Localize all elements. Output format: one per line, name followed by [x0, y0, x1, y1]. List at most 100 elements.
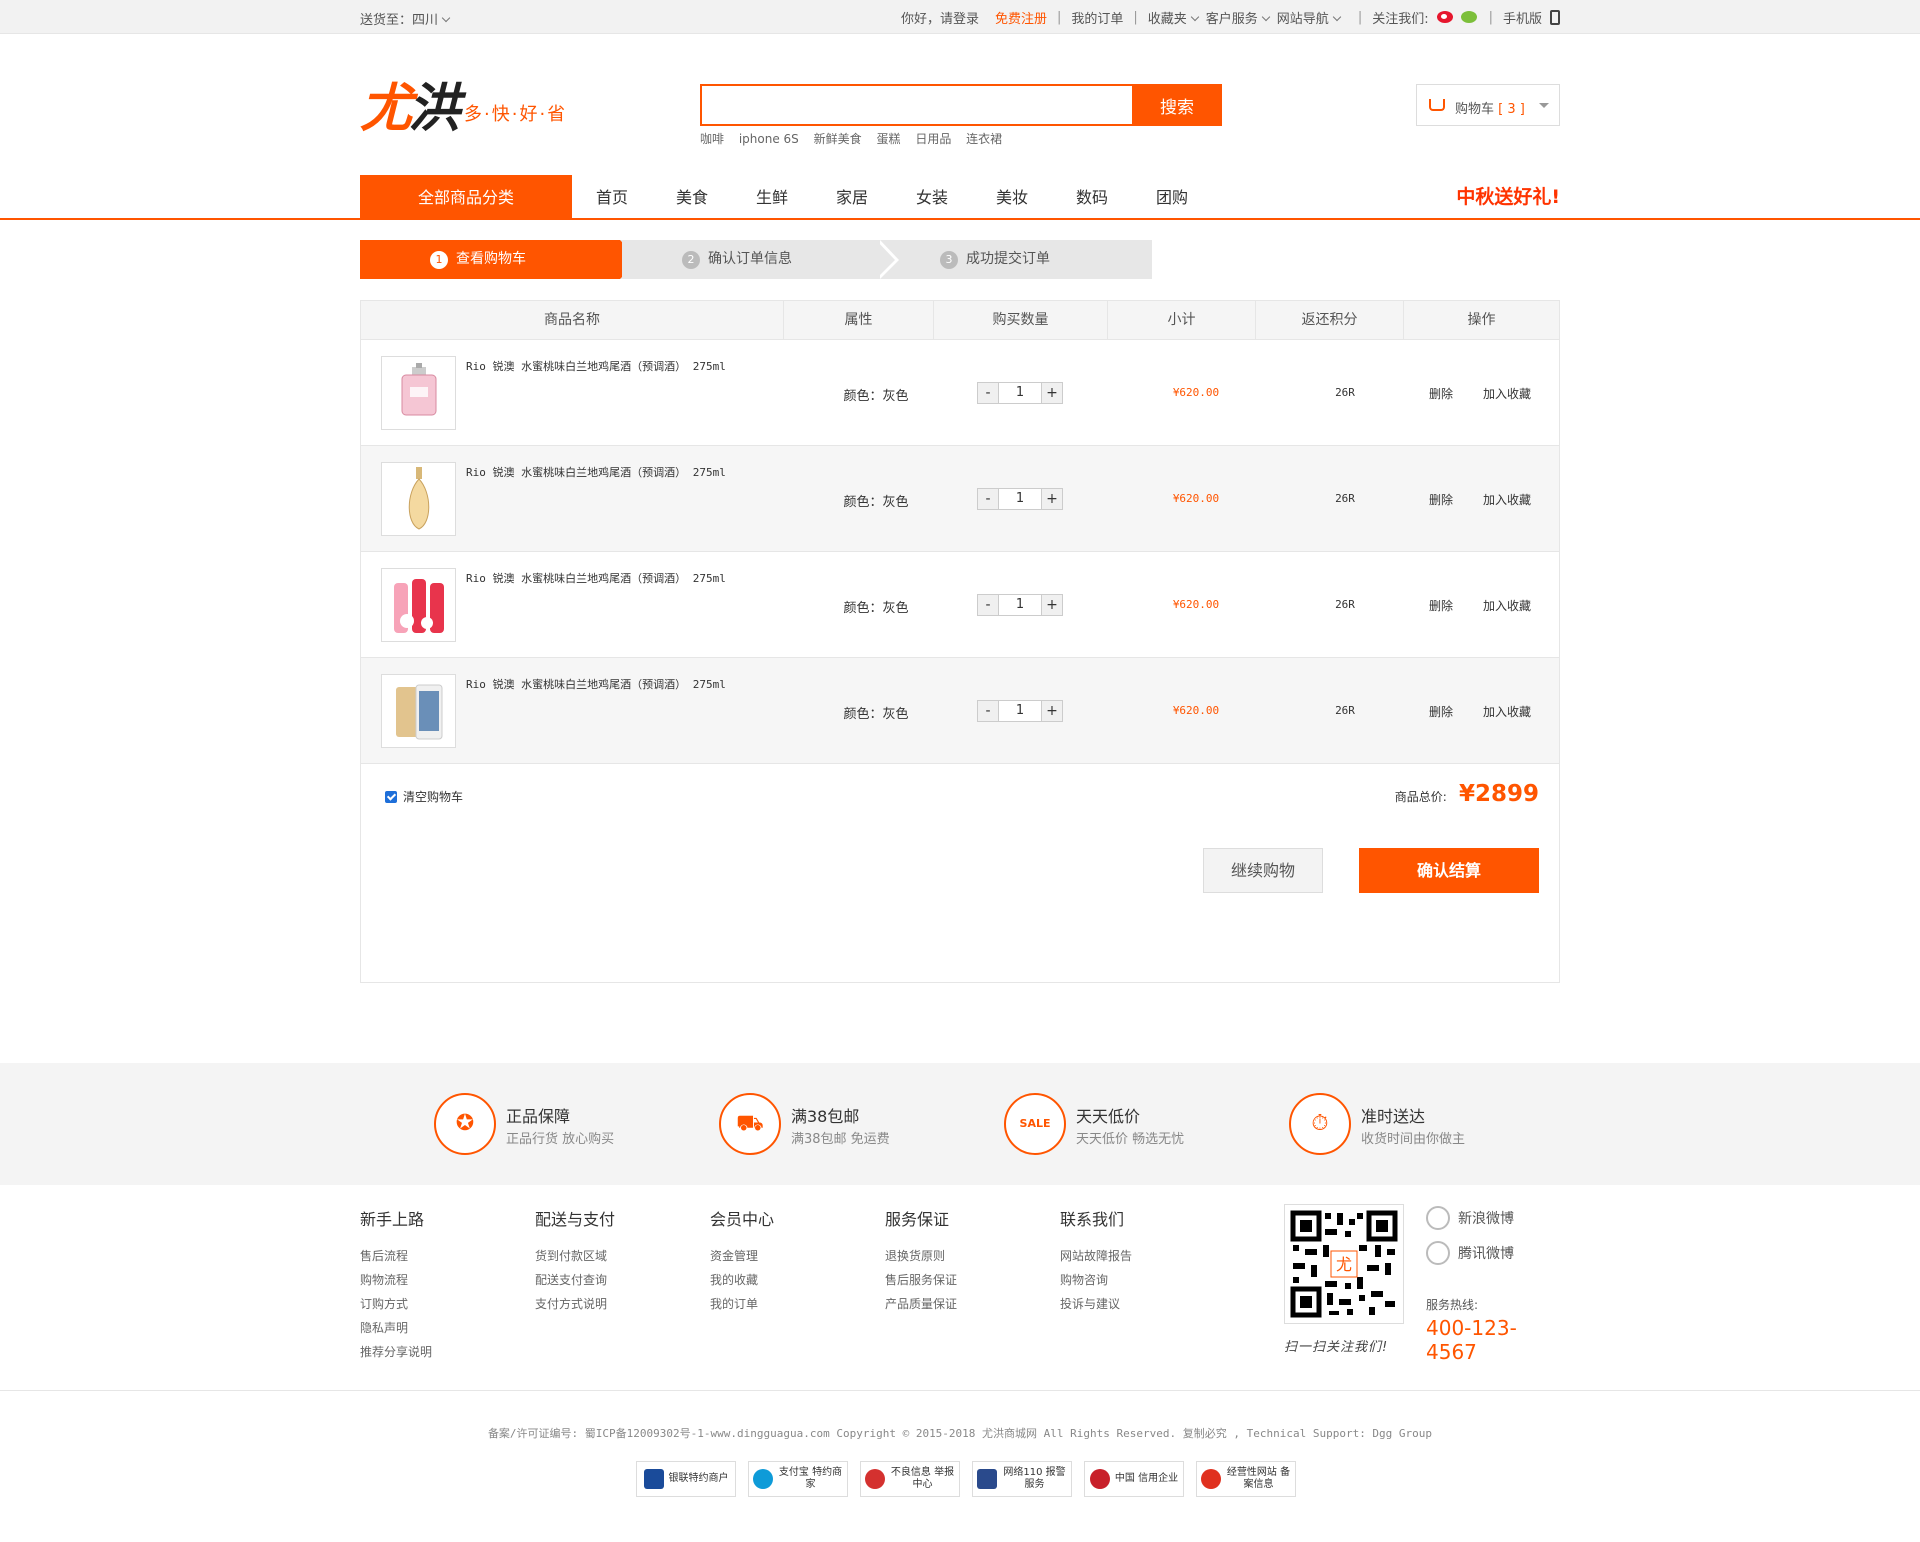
- site-logo[interactable]: 尤洪 多·快·好·省: [360, 72, 580, 139]
- hot-word-link[interactable]: iphone 6S: [739, 132, 799, 146]
- footer-link[interactable]: 购物咨询: [1060, 1268, 1220, 1292]
- product-thumbnail[interactable]: [381, 568, 456, 642]
- register-link[interactable]: 免费注册: [995, 8, 1047, 27]
- add-favorite-button[interactable]: 加入收藏: [1483, 703, 1531, 720]
- add-favorite-button[interactable]: 加入收藏: [1483, 385, 1531, 402]
- footer-link[interactable]: 支付方式说明: [535, 1292, 695, 1316]
- search-button[interactable]: 搜索: [1132, 84, 1222, 126]
- delete-button[interactable]: 删除: [1429, 385, 1453, 402]
- footer-link[interactable]: 我的收藏: [710, 1268, 870, 1292]
- hot-word-link[interactable]: 日用品: [915, 132, 951, 146]
- product-name-link[interactable]: Rio 锐澳 水蜜桃味白兰地鸡尾酒（预调酒） 275ml: [466, 676, 726, 692]
- quantity-input[interactable]: 1: [999, 700, 1041, 722]
- subtotal-value: ¥620.00: [1172, 598, 1220, 611]
- nav-item-home-living[interactable]: 家居: [812, 175, 892, 220]
- site-nav-menu[interactable]: 网站导航: [1277, 8, 1344, 27]
- credit-enterprise-badge[interactable]: 中国 信用企业: [1084, 1461, 1184, 1497]
- promo-banner[interactable]: 中秋送好礼!: [1456, 175, 1560, 220]
- delete-button[interactable]: 删除: [1429, 703, 1453, 720]
- all-categories-button[interactable]: 全部商品分类: [360, 175, 572, 220]
- product-name-link[interactable]: Rio 锐澳 水蜜桃味白兰地鸡尾酒（预调酒） 275ml: [466, 464, 726, 480]
- delete-button[interactable]: 删除: [1429, 597, 1453, 614]
- quantity-input[interactable]: 1: [999, 488, 1041, 510]
- nav-item-digital[interactable]: 数码: [1052, 175, 1132, 220]
- ship-to-selector[interactable]: 送货至：四川: [360, 9, 453, 28]
- decrease-button[interactable]: -: [977, 488, 999, 510]
- footer-link[interactable]: 配送支付查询: [535, 1268, 695, 1292]
- increase-button[interactable]: +: [1041, 594, 1063, 616]
- customer-service-menu[interactable]: 客户服务: [1206, 8, 1273, 27]
- increase-button[interactable]: +: [1041, 700, 1063, 722]
- increase-button[interactable]: +: [1041, 382, 1063, 404]
- sale-tag-icon: SALE: [1004, 1093, 1066, 1155]
- hot-word-link[interactable]: 咖啡: [700, 132, 724, 146]
- quantity-input[interactable]: 1: [999, 382, 1041, 404]
- checkout-button[interactable]: 确认结算: [1359, 848, 1539, 893]
- footer-link[interactable]: 隐私声明: [360, 1316, 520, 1340]
- delete-button[interactable]: 删除: [1429, 491, 1453, 508]
- nav-item-beauty[interactable]: 美妆: [972, 175, 1052, 220]
- add-favorite-button[interactable]: 加入收藏: [1483, 597, 1531, 614]
- footer-link[interactable]: 售后流程: [360, 1244, 520, 1268]
- footer-link[interactable]: 资金管理: [710, 1244, 870, 1268]
- footer-links: 新手上路 售后流程 购物流程 订购方式 隐私声明 推荐分享说明 配送与支付 货到…: [360, 1204, 1560, 1386]
- decrease-button[interactable]: -: [977, 700, 999, 722]
- hot-word-link[interactable]: 连衣裙: [966, 132, 1002, 146]
- product-attribute: 颜色：灰色: [843, 707, 909, 722]
- service-guarantees: ✪ 正品保障 正品行货 放心购买 ⛟ 满38包邮 满38包邮 免运费 SALE …: [0, 1063, 1920, 1185]
- my-orders-link[interactable]: 我的订单: [1071, 8, 1123, 27]
- subtotal-value: ¥620.00: [1172, 492, 1220, 505]
- decrease-button[interactable]: -: [977, 382, 999, 404]
- nav-item-women[interactable]: 女装: [892, 175, 972, 220]
- search-input[interactable]: [700, 84, 1132, 126]
- increase-button[interactable]: +: [1041, 488, 1063, 510]
- footer-link[interactable]: 网站故障报告: [1060, 1244, 1220, 1268]
- service-item: SALE 天天低价 天天低价 畅选无忧: [1004, 1093, 1244, 1157]
- trust-badges: 银联特约商户 支付宝 特约商家 不良信息 举报中心 网络110 报警服务 中国 …: [636, 1461, 1308, 1497]
- cart-button[interactable]: 购物车 [ 3 ]: [1416, 84, 1560, 126]
- footer-link[interactable]: 推荐分享说明: [360, 1340, 520, 1364]
- points-value: 26R: [1335, 598, 1355, 611]
- footer-link[interactable]: 产品质量保证: [885, 1292, 1045, 1316]
- weibo-link[interactable]: 新浪微博: [1426, 1206, 1514, 1230]
- phone-icon[interactable]: [1550, 9, 1560, 25]
- quantity-stepper: - 1 +: [977, 382, 1063, 404]
- nav-item-group-buy[interactable]: 团购: [1132, 175, 1212, 220]
- tencent-weibo-link[interactable]: 腾讯微博: [1426, 1241, 1514, 1265]
- product-thumbnail[interactable]: [381, 356, 456, 430]
- police-110-badge[interactable]: 网络110 报警服务: [972, 1461, 1072, 1497]
- footer-link[interactable]: 订购方式: [360, 1292, 520, 1316]
- favorites-menu[interactable]: 收藏夹: [1148, 8, 1202, 27]
- subtotal-value: ¥620.00: [1172, 386, 1220, 399]
- clear-cart-checkbox[interactable]: 清空购物车: [385, 788, 463, 805]
- quantity-stepper: - 1 +: [977, 700, 1063, 722]
- report-center-badge[interactable]: 不良信息 举报中心: [860, 1461, 960, 1497]
- clear-cart-label: 清空购物车: [403, 790, 464, 804]
- hot-word-link[interactable]: 蛋糕: [876, 132, 900, 146]
- mobile-link[interactable]: 手机版: [1503, 8, 1542, 27]
- nav-item-fresh[interactable]: 生鲜: [732, 175, 812, 220]
- nav-item-home[interactable]: 首页: [572, 175, 652, 220]
- website-record-badge[interactable]: 经营性网站 备案信息: [1196, 1461, 1296, 1497]
- hot-word-link[interactable]: 新鲜美食: [814, 132, 862, 146]
- continue-shopping-button[interactable]: 继续购物: [1203, 848, 1323, 893]
- product-name-link[interactable]: Rio 锐澳 水蜜桃味白兰地鸡尾酒（预调酒） 275ml: [466, 358, 726, 374]
- quantity-input[interactable]: 1: [999, 594, 1041, 616]
- weibo-icon[interactable]: [1436, 11, 1453, 23]
- footer-link[interactable]: 货到付款区域: [535, 1244, 695, 1268]
- wechat-icon[interactable]: [1460, 11, 1477, 23]
- footer-link[interactable]: 退换货原则: [885, 1244, 1045, 1268]
- nav-item-food[interactable]: 美食: [652, 175, 732, 220]
- footer-link[interactable]: 售后服务保证: [885, 1268, 1045, 1292]
- product-thumbnail[interactable]: [381, 462, 456, 536]
- unionpay-badge[interactable]: 银联特约商户: [636, 1461, 736, 1497]
- footer-link[interactable]: 购物流程: [360, 1268, 520, 1292]
- add-favorite-button[interactable]: 加入收藏: [1483, 491, 1531, 508]
- decrease-button[interactable]: -: [977, 594, 999, 616]
- login-link[interactable]: 你好，请登录: [901, 8, 979, 27]
- product-thumbnail[interactable]: [381, 674, 456, 748]
- product-name-link[interactable]: Rio 锐澳 水蜜桃味白兰地鸡尾酒（预调酒） 275ml: [466, 570, 726, 586]
- footer-link[interactable]: 投诉与建议: [1060, 1292, 1220, 1316]
- alipay-badge[interactable]: 支付宝 特约商家: [748, 1461, 848, 1497]
- footer-link[interactable]: 我的订单: [710, 1292, 870, 1316]
